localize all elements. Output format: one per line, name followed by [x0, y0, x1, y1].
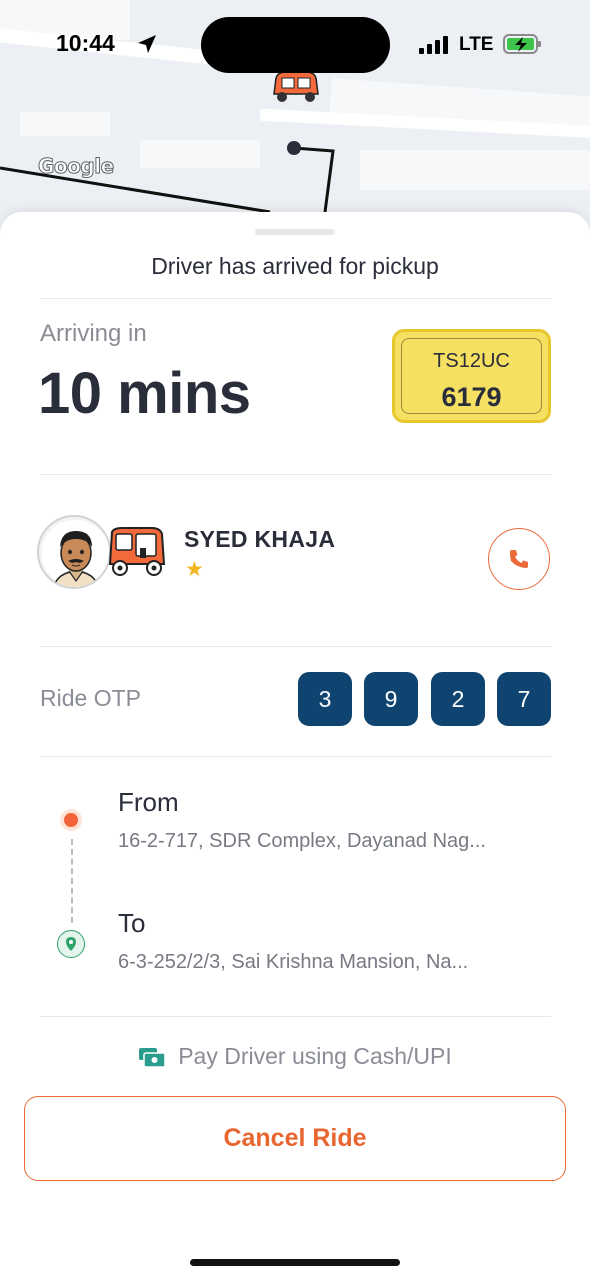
phone-icon — [510, 550, 528, 568]
battery-charging-icon — [503, 34, 541, 54]
driver-face-icon — [42, 520, 109, 587]
plate-border: TS12UC 6179 — [401, 338, 542, 414]
eta-label: Arriving in — [40, 320, 147, 347]
location-pin-icon — [66, 937, 76, 951]
star-icon: ★ — [185, 558, 204, 581]
divider — [40, 298, 551, 299]
google-attribution: Google — [38, 154, 115, 179]
sheet-drag-handle[interactable] — [255, 229, 335, 235]
cash-icon — [139, 1047, 166, 1068]
divider — [40, 756, 551, 757]
to-label: To — [118, 908, 146, 938]
pickup-dot-icon — [60, 809, 82, 831]
driver-name: SYED KHAJA — [184, 526, 336, 552]
dynamic-island — [201, 17, 390, 73]
from-label: From — [118, 787, 179, 817]
eta-value: 10 mins — [38, 361, 251, 426]
otp-label: Ride OTP — [40, 685, 141, 711]
call-driver-button[interactable] — [488, 528, 550, 590]
vehicle-number-plate: TS12UC 6179 — [392, 329, 551, 423]
ride-status-title: Driver has arrived for pickup — [151, 253, 439, 279]
home-indicator[interactable] — [190, 1259, 400, 1266]
from-address[interactable]: 16-2-717, SDR Complex, Dayanad Nag... — [118, 830, 548, 853]
auto-rickshaw-icon — [108, 527, 166, 576]
driver-avatar — [37, 515, 111, 589]
location-arrow-icon — [138, 35, 156, 53]
status-time: 10:44 — [56, 30, 115, 56]
status-bar: 10:44 LTE — [0, 0, 590, 90]
network-type: LTE — [459, 34, 494, 55]
route-connector — [71, 839, 73, 923]
cellular-signal-icon — [419, 36, 448, 54]
payment-note-text: Pay Driver using Cash/UPI — [178, 1043, 452, 1069]
to-address[interactable]: 6-3-252/2/3, Sai Krishna Mansion, Na... — [118, 951, 548, 974]
cancel-ride-label: Cancel Ride — [223, 1124, 367, 1152]
otp-digit: 3 — [298, 672, 352, 726]
plate-line-2: 6179 — [441, 382, 502, 412]
otp-digit: 2 — [431, 672, 485, 726]
ride-details-sheet: Driver has arrived for pickup Arriving i… — [0, 212, 590, 1280]
divider — [40, 474, 551, 475]
divider — [40, 1016, 551, 1017]
plate-line-1: TS12UC — [433, 350, 510, 372]
otp-digit: 9 — [364, 672, 418, 726]
otp-digit: 7 — [497, 672, 551, 726]
payment-note: Pay Driver using Cash/UPI — [0, 1043, 590, 1070]
divider — [40, 646, 551, 647]
cancel-ride-button[interactable]: Cancel Ride — [24, 1096, 566, 1181]
drop-pin-icon — [57, 930, 85, 958]
